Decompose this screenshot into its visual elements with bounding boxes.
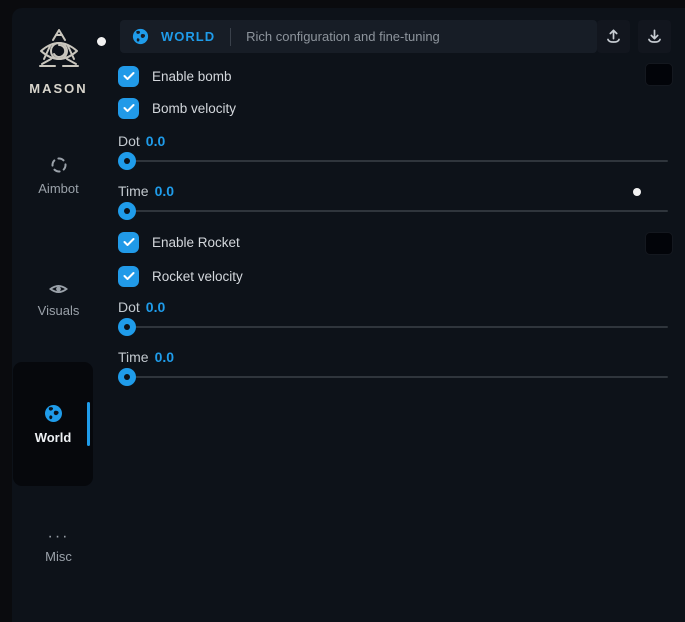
eye-icon: [49, 282, 68, 296]
slider-track[interactable]: [118, 210, 668, 212]
slider-value: 0.0: [146, 133, 165, 149]
sidebar: MASON Aimbot: [12, 8, 105, 622]
slider-track[interactable]: [118, 160, 668, 162]
page-title: WORLD: [161, 29, 215, 44]
active-indicator-bar: [87, 402, 91, 446]
page-subtitle: Rich configuration and fine-tuning: [246, 29, 440, 44]
check-icon: [123, 237, 135, 247]
sidebar-item-aimbot[interactable]: Aimbot: [12, 114, 105, 238]
bomb-time-slider-label: Time 0.0: [118, 183, 174, 199]
rocket-velocity-checkbox-row[interactable]: Rocket velocity: [118, 265, 243, 287]
download-icon: [646, 28, 663, 45]
page-header: WORLD Rich configuration and fine-tuning: [120, 20, 597, 53]
checkbox-label: Bomb velocity: [152, 101, 236, 116]
download-config-button[interactable]: [638, 20, 671, 53]
cursor-dot: [97, 37, 106, 46]
sidebar-item-label: Visuals: [38, 303, 80, 318]
slider-knob[interactable]: [118, 152, 136, 170]
cursor-dot: [633, 188, 641, 196]
slider-name: Dot: [118, 299, 140, 315]
rocket-time-slider-label: Time 0.0: [118, 349, 174, 365]
bomb-velocity-checkbox-row[interactable]: Bomb velocity: [118, 97, 236, 119]
sidebar-item-misc[interactable]: ··· Misc: [12, 486, 105, 610]
checkbox-checked[interactable]: [118, 98, 139, 119]
rocket-time-slider[interactable]: [118, 368, 668, 386]
slider-knob[interactable]: [118, 368, 136, 386]
slider-value: 0.0: [155, 349, 174, 365]
slider-track[interactable]: [118, 376, 668, 378]
slider-value: 0.0: [155, 183, 174, 199]
ellipsis-icon: ···: [48, 532, 70, 542]
checkbox-label: Rocket velocity: [152, 269, 243, 284]
bomb-dot-slider-label: Dot 0.0: [118, 133, 165, 149]
brand-name: MASON: [29, 81, 87, 96]
upload-icon: [605, 28, 622, 45]
slider-name: Dot: [118, 133, 140, 149]
slider-knob[interactable]: [118, 202, 136, 220]
slider-name: Time: [118, 349, 149, 365]
slider-name: Time: [118, 183, 149, 199]
enable-rocket-checkbox-row[interactable]: Enable Rocket: [118, 231, 240, 253]
upload-config-button[interactable]: [597, 20, 630, 53]
sidebar-item-label: World: [35, 430, 72, 445]
checkbox-checked[interactable]: [118, 66, 139, 87]
check-icon: [123, 103, 135, 113]
mason-pyramid-eye-icon: [34, 26, 84, 76]
checkbox-label: Enable Rocket: [152, 235, 240, 250]
enable-bomb-checkbox-row[interactable]: Enable bomb: [118, 65, 232, 87]
bomb-time-slider[interactable]: [118, 202, 668, 220]
bomb-dot-slider[interactable]: [118, 152, 668, 170]
check-icon: [123, 71, 135, 81]
checkbox-checked[interactable]: [118, 266, 139, 287]
bomb-color-swatch[interactable]: [645, 63, 673, 86]
slider-knob[interactable]: [118, 318, 136, 336]
rocket-dot-slider-label: Dot 0.0: [118, 299, 165, 315]
header-divider: [230, 28, 231, 46]
globe-icon: [44, 404, 63, 423]
checkbox-checked[interactable]: [118, 232, 139, 253]
rocket-color-swatch[interactable]: [645, 232, 673, 255]
sidebar-item-label: Misc: [45, 549, 72, 564]
globe-icon: [132, 28, 149, 45]
brand-logo: MASON: [12, 26, 105, 96]
sidebar-item-label: Aimbot: [38, 181, 78, 196]
checkbox-label: Enable bomb: [152, 69, 232, 84]
slider-track[interactable]: [118, 326, 668, 328]
slider-value: 0.0: [146, 299, 165, 315]
rocket-dot-slider[interactable]: [118, 318, 668, 336]
sidebar-nav: Aimbot Visuals: [12, 114, 105, 610]
sidebar-item-visuals[interactable]: Visuals: [12, 238, 105, 362]
sidebar-item-world[interactable]: World: [13, 362, 93, 486]
app-window: MASON Aimbot: [12, 8, 685, 622]
check-icon: [123, 271, 135, 281]
crosshair-icon: [50, 156, 68, 174]
